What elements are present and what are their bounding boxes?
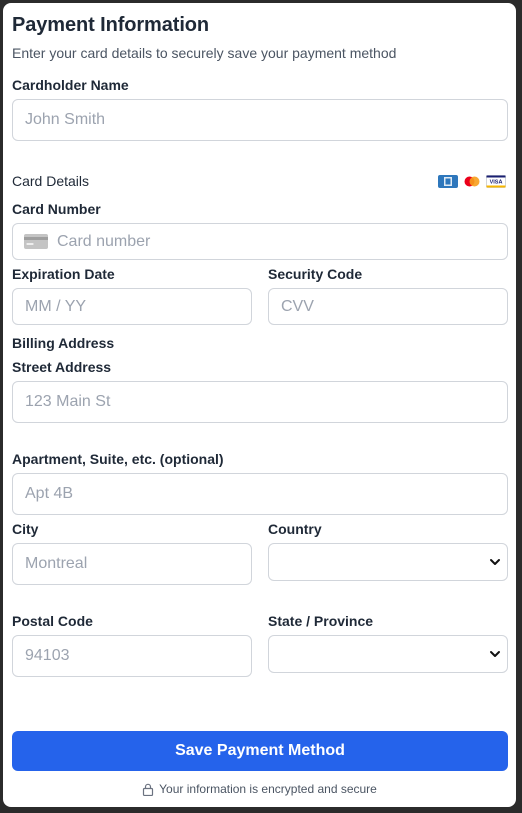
security-code-input[interactable] (268, 288, 508, 325)
cardholder-name-input[interactable] (12, 99, 508, 141)
chevron-down-icon (490, 651, 500, 657)
cardholder-name-label: Cardholder Name (12, 77, 129, 93)
security-note: Your information is encrypted and secure (3, 782, 516, 796)
state-province-label: State / Province (268, 613, 374, 629)
expiration-date-input[interactable] (12, 288, 252, 325)
chevron-down-icon (490, 559, 500, 565)
postal-code-label: Postal Code (12, 613, 93, 629)
card-number-field (12, 223, 508, 260)
state-province-select[interactable] (268, 635, 508, 673)
street-address-label: Street Address (12, 359, 112, 375)
mastercard-icon (464, 176, 480, 187)
city-input[interactable] (12, 543, 252, 585)
credit-card-icon (24, 234, 48, 249)
country-select[interactable] (268, 543, 508, 581)
expiration-date-label: Expiration Date (12, 266, 115, 282)
card-details-section-label: Card Details (12, 173, 90, 189)
card-number-label: Card Number (12, 201, 101, 217)
visa-icon-text: VISA (490, 180, 503, 186)
payment-form-card: Payment Information Enter your card deta… (3, 3, 516, 807)
visa-icon: VISA (486, 175, 506, 188)
street-address-input[interactable] (12, 381, 508, 423)
window-frame: Payment Information Enter your card deta… (0, 0, 522, 813)
page-title: Payment Information (12, 14, 210, 36)
security-code-label: Security Code (268, 266, 363, 282)
save-payment-method-button[interactable]: Save Payment Method (12, 731, 508, 771)
city-label: City (12, 521, 39, 537)
amex-icon (438, 175, 458, 188)
card-brand-icons: VISA (438, 175, 506, 188)
postal-code-input[interactable] (12, 635, 252, 677)
lock-icon (143, 783, 154, 796)
card-number-input[interactable] (12, 223, 508, 260)
billing-address-section-label: Billing Address (12, 335, 115, 351)
page-subtitle: Enter your card details to securely save… (12, 45, 397, 61)
apartment-input[interactable] (12, 473, 508, 515)
country-label: Country (268, 521, 322, 537)
apartment-label: Apartment, Suite, etc. (optional) (12, 451, 224, 467)
security-note-text: Your information is encrypted and secure (159, 782, 377, 796)
